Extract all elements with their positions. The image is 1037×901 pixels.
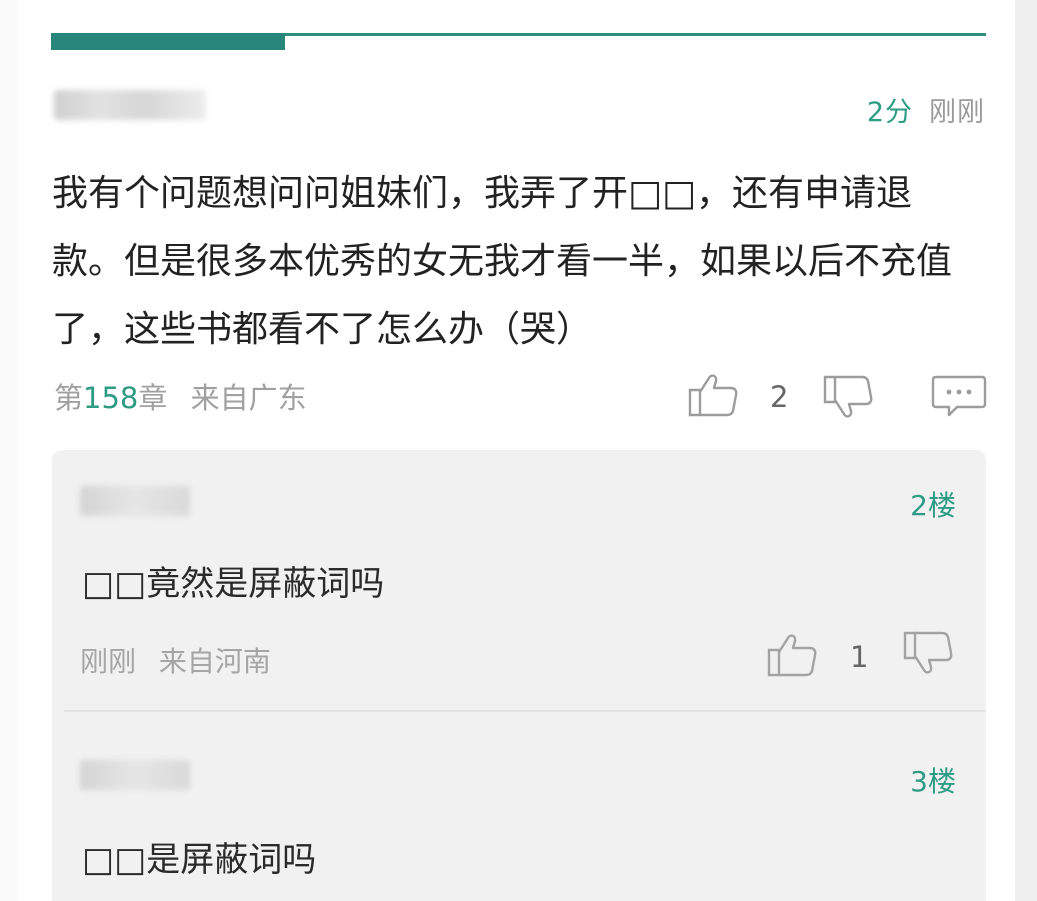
username-blurred[interactable] bbox=[54, 90, 206, 120]
thumbs-down-icon[interactable] bbox=[902, 630, 954, 682]
reply-username-blurred[interactable] bbox=[80, 760, 190, 790]
reply-username-blurred[interactable] bbox=[80, 486, 190, 516]
comment-location: 来自广东 bbox=[190, 381, 307, 415]
comment-body: 我有个问题想问问姐妹们，我弄了开□□，还有申请退款。但是很多本优秀的女无我才看一… bbox=[52, 173, 953, 350]
comment-score: 2分 bbox=[866, 97, 913, 128]
reply-time: 刚刚 bbox=[80, 645, 137, 678]
reply-like-count: 1 bbox=[850, 640, 869, 674]
thumbs-up-icon[interactable] bbox=[687, 370, 739, 422]
reply-location: 来自河南 bbox=[158, 645, 271, 678]
reply-floor: 3楼 bbox=[910, 765, 956, 798]
comment-source: 第158章 来自广东 bbox=[54, 375, 307, 417]
progress-fill bbox=[51, 33, 285, 50]
comment-time: 刚刚 bbox=[929, 97, 985, 128]
like-count: 2 bbox=[770, 380, 789, 414]
reply-body: □□竟然是屏蔽词吗 bbox=[82, 564, 385, 604]
reply-body: □□是屏蔽词吗 bbox=[82, 840, 317, 880]
comment-meta: 2分 刚刚 bbox=[867, 90, 985, 129]
chapter-label[interactable]: 第158章 bbox=[54, 381, 167, 415]
left-edge bbox=[0, 0, 18, 901]
reply-divider bbox=[64, 710, 986, 712]
thumbs-down-icon[interactable] bbox=[822, 374, 874, 426]
right-edge bbox=[1015, 0, 1037, 901]
comment-bubble-icon[interactable] bbox=[931, 374, 987, 422]
thumbs-up-icon[interactable] bbox=[766, 630, 818, 682]
reply-section: 2楼 □□竟然是屏蔽词吗 刚刚 来自河南 1 3楼 □□是屏蔽词吗 bbox=[52, 450, 986, 901]
comment-page: 2分 刚刚 我有个问题想问问姐妹们，我弄了开□□，还有申请退款。但是很多本优秀的女… bbox=[0, 0, 1037, 901]
reply-floor: 2楼 bbox=[910, 489, 956, 522]
reply-meta: 刚刚 来自河南 bbox=[80, 640, 271, 680]
